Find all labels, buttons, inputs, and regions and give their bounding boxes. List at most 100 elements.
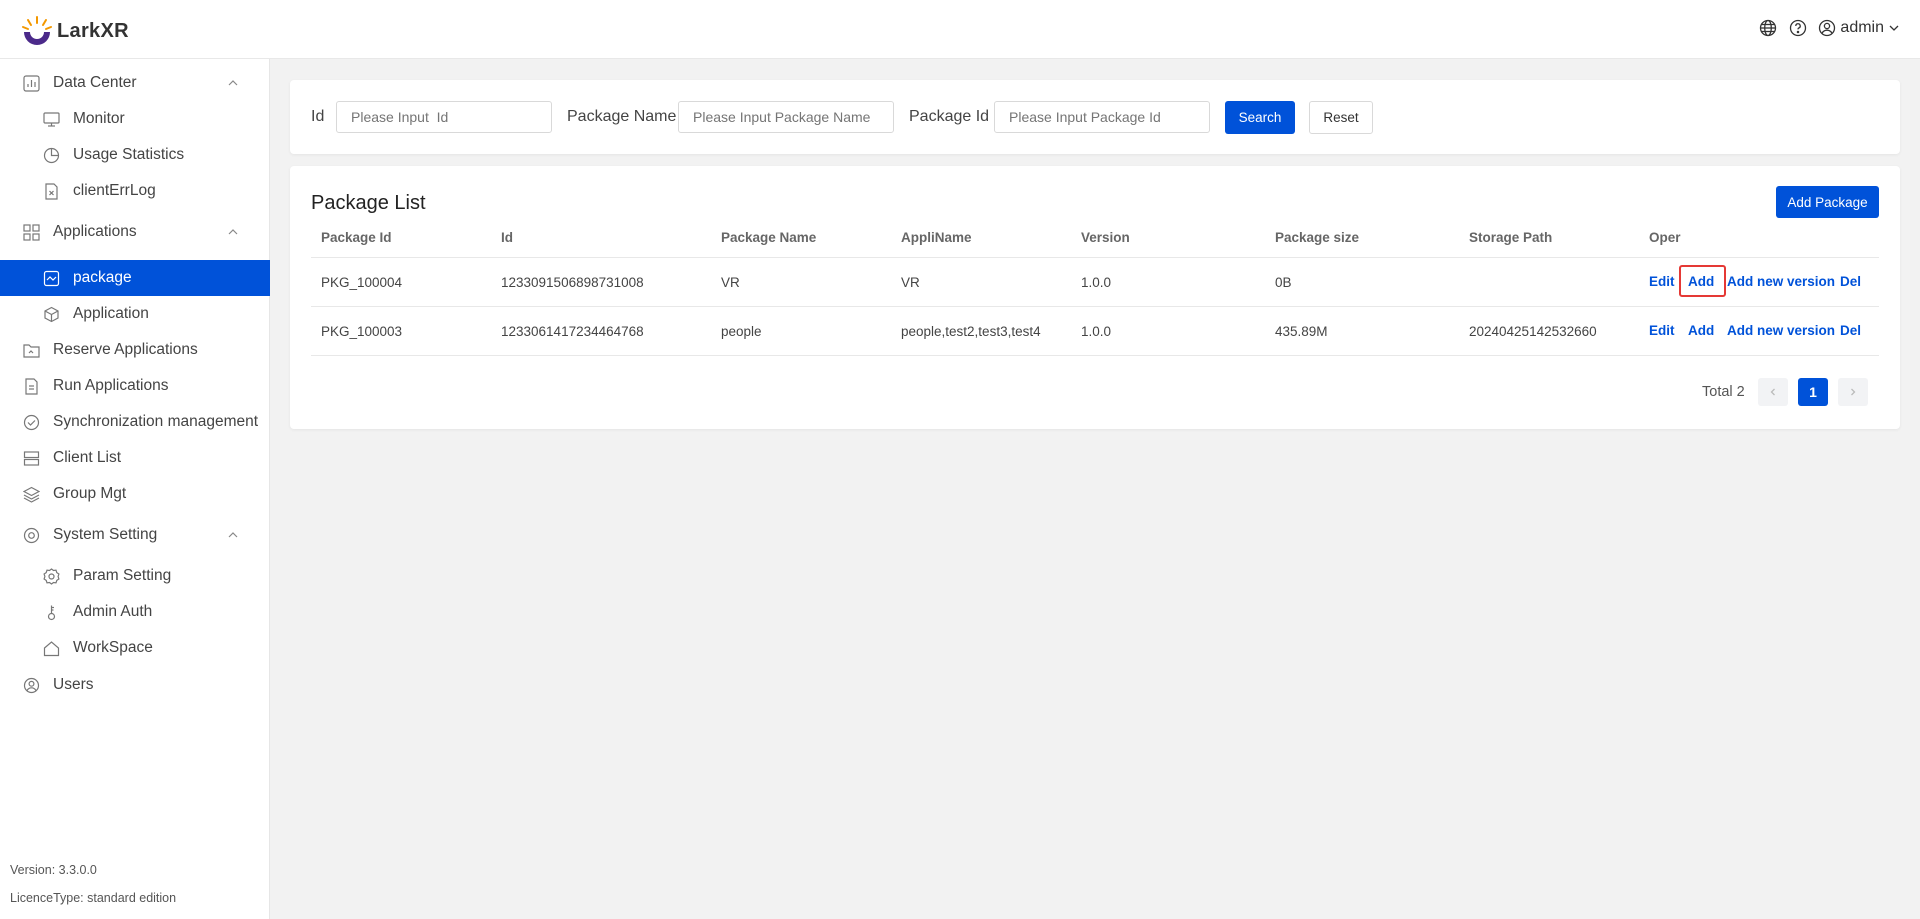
column-header[interactable]: Version xyxy=(1081,230,1130,245)
pie-chart-icon xyxy=(42,146,60,164)
row-divider xyxy=(311,257,1879,258)
licence-text: LicenceType: standard edition xyxy=(10,891,177,905)
sidebar-item-application[interactable]: Application xyxy=(0,296,270,332)
sidebar-item-label: clientErrLog xyxy=(73,182,156,199)
add-link[interactable]: Add xyxy=(1688,323,1714,338)
layers-icon xyxy=(22,485,40,503)
sidebar: Data Center Monitor Usage Statistics cli… xyxy=(0,59,270,919)
sidebar-item-label: Users xyxy=(53,676,94,693)
add-new-version-link[interactable]: Add new version xyxy=(1727,323,1835,338)
cell-package-size: 435.89M xyxy=(1275,324,1328,339)
sidebar-item-package[interactable]: package xyxy=(0,260,270,296)
grid-icon xyxy=(22,223,40,241)
top-header: LarkXR admin xyxy=(0,0,1920,59)
id-input[interactable] xyxy=(336,101,552,133)
sidebar-item-data-center[interactable]: Data Center xyxy=(0,65,270,101)
sidebar-item-label: WorkSpace xyxy=(73,639,153,656)
sidebar-item-applications[interactable]: Applications xyxy=(0,214,270,250)
column-header[interactable]: Package Name xyxy=(721,230,816,245)
sidebar-item-label: Application xyxy=(73,305,149,322)
package-name-label: Package Name xyxy=(567,108,677,125)
cube-icon xyxy=(42,305,60,323)
package-list-panel: Package List Add Package Package Id Id P… xyxy=(290,166,1900,429)
chevron-right-icon xyxy=(1851,388,1856,396)
search-button[interactable]: Search xyxy=(1225,101,1295,134)
server-icon xyxy=(22,449,40,467)
cell-appli-name: VR xyxy=(901,275,920,290)
sidebar-item-group-mgt[interactable]: Group Mgt xyxy=(0,476,270,512)
sidebar-item-reserve-applications[interactable]: Reserve Applications xyxy=(0,332,270,368)
id-label: Id xyxy=(311,108,325,125)
sidebar-item-workspace[interactable]: WorkSpace xyxy=(0,630,270,666)
cell-package-size: 0B xyxy=(1275,275,1292,290)
chart-icon xyxy=(22,74,40,92)
chevron-down-icon xyxy=(1889,25,1899,31)
page-title: Package List xyxy=(311,192,426,214)
column-header[interactable]: Storage Path xyxy=(1469,230,1552,245)
column-header[interactable]: Id xyxy=(501,230,513,245)
sidebar-item-client-err-log[interactable]: clientErrLog xyxy=(0,173,270,209)
sidebar-item-system-setting[interactable]: System Setting xyxy=(0,517,270,553)
logo-text: LarkXR xyxy=(57,19,129,42)
home-icon xyxy=(42,639,60,657)
gear-icon xyxy=(42,567,60,585)
sidebar-item-run-applications[interactable]: Run Applications xyxy=(0,368,270,404)
chevron-up-icon xyxy=(228,80,238,86)
column-header[interactable]: Oper xyxy=(1649,230,1681,245)
next-page-button[interactable] xyxy=(1838,378,1868,406)
cell-id: 1233091506898731008 xyxy=(501,275,644,290)
globe-icon[interactable] xyxy=(1758,18,1778,38)
cell-package-id: PKG_100004 xyxy=(321,275,403,290)
user-circle-icon xyxy=(22,676,40,694)
sidebar-item-param-setting[interactable]: Param Setting xyxy=(0,558,270,594)
add-package-button[interactable]: Add Package xyxy=(1776,186,1879,218)
key-icon xyxy=(42,603,60,621)
file-error-icon xyxy=(42,182,60,200)
delete-link[interactable]: Del xyxy=(1840,323,1861,338)
sidebar-item-label: Monitor xyxy=(73,110,125,127)
reset-button[interactable]: Reset xyxy=(1309,101,1373,134)
sidebar-item-admin-auth[interactable]: Admin Auth xyxy=(0,594,270,630)
column-header[interactable]: Package Id xyxy=(321,230,392,245)
check-circle-icon xyxy=(22,413,40,431)
cell-package-name: people xyxy=(721,324,762,339)
edit-link[interactable]: Edit xyxy=(1649,323,1675,338)
logo-icon xyxy=(22,16,52,45)
help-icon[interactable] xyxy=(1788,18,1808,38)
user-menu[interactable]: admin xyxy=(1818,19,1900,37)
sidebar-item-sync-management[interactable]: Synchronization management xyxy=(0,404,270,440)
page-button-current[interactable]: 1 xyxy=(1798,378,1828,406)
package-name-input[interactable] xyxy=(678,101,894,133)
package-id-input[interactable] xyxy=(994,101,1210,133)
sidebar-item-label: Synchronization management xyxy=(53,413,259,430)
add-new-version-link[interactable]: Add new version xyxy=(1727,274,1835,289)
sidebar-item-label: Client List xyxy=(53,449,122,466)
prev-page-button[interactable] xyxy=(1758,378,1788,406)
cell-package-id: PKG_100003 xyxy=(321,324,403,339)
sidebar-item-label: Applications xyxy=(53,223,137,240)
sidebar-item-monitor[interactable]: Monitor xyxy=(0,101,270,137)
folder-icon xyxy=(22,341,40,359)
logo[interactable]: LarkXR xyxy=(20,14,129,48)
column-header[interactable]: Package size xyxy=(1275,230,1359,245)
row-divider xyxy=(311,306,1879,307)
cell-id: 1233061417234464768 xyxy=(501,324,644,339)
edit-link[interactable]: Edit xyxy=(1649,274,1675,289)
chevron-up-icon xyxy=(228,229,238,235)
document-icon xyxy=(22,377,40,395)
sidebar-item-label: Run Applications xyxy=(53,377,169,394)
cell-appli-name: people,test2,test3,test4 xyxy=(901,324,1041,339)
sidebar-item-client-list[interactable]: Client List xyxy=(0,440,270,476)
sidebar-item-users[interactable]: Users xyxy=(0,667,270,703)
delete-link[interactable]: Del xyxy=(1840,274,1861,289)
pagination-total: Total 2 xyxy=(1702,384,1745,400)
chevron-up-icon xyxy=(228,532,238,538)
sidebar-item-label: System Setting xyxy=(53,526,158,543)
user-icon xyxy=(1819,19,1836,37)
column-header[interactable]: AppliName xyxy=(901,230,972,245)
sidebar-item-label: Group Mgt xyxy=(53,485,127,502)
sidebar-item-label: Admin Auth xyxy=(73,603,153,620)
cell-storage-path: 20240425142532660 xyxy=(1469,324,1597,339)
sidebar-item-usage-statistics[interactable]: Usage Statistics xyxy=(0,137,270,173)
user-name: admin xyxy=(1840,19,1884,36)
